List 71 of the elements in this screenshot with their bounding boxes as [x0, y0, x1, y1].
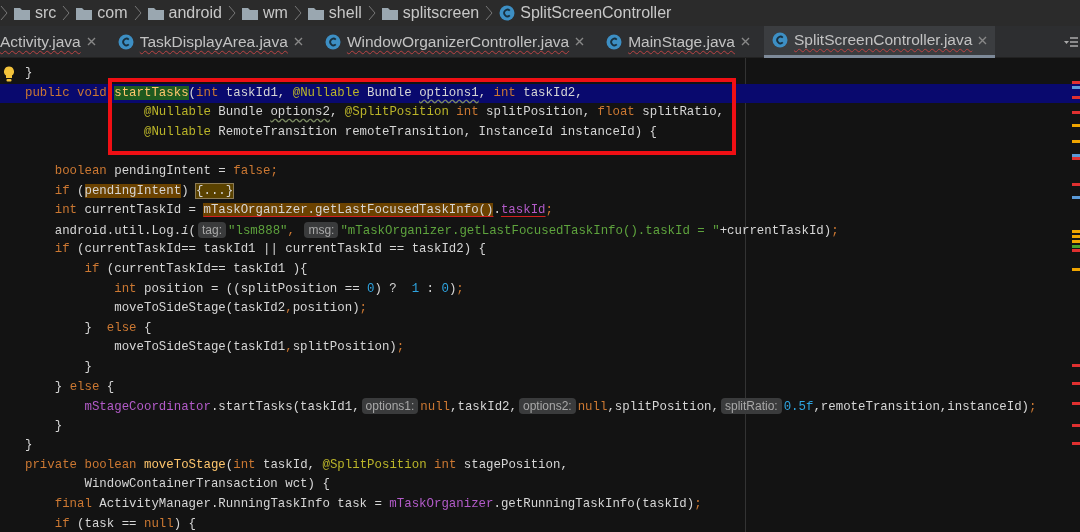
- code-text: if (task == null) {: [53, 516, 197, 531]
- code-text: }: [25, 66, 33, 80]
- code-text: } else {: [83, 320, 152, 335]
- code-text: if (currentTaskId== taskId1 ){: [83, 261, 308, 276]
- code-text: moveToSideStage(taskId1,splitPosition);: [113, 340, 405, 355]
- tab-title[interactable]: Activity.java: [0, 29, 81, 54]
- breadcrumb-item[interactable]: splitscreen: [379, 1, 482, 25]
- code-text: @Nullable Bundle options2, @SplitPosition int splitPosition, float splitRatio,: [142, 105, 725, 120]
- code-text: }: [53, 418, 63, 433]
- code-text: if (currentTaskId== taskId1 || currentTaskId == taskId2) {: [53, 242, 487, 257]
- chevron-icon: [367, 5, 376, 21]
- folder-icon: [307, 6, 324, 20]
- code-text: boolean pendingIntent = false;: [53, 163, 278, 178]
- parameter-hint: splitRatio:: [721, 398, 782, 415]
- code-text: @Nullable RemoteTransition remoteTransition, InstanceId instanceId) {: [142, 124, 658, 139]
- tab-title[interactable]: WindowOrganizerController.java: [346, 29, 570, 54]
- parameter-hint: options1:: [361, 398, 419, 415]
- breadcrumb-item[interactable]: SplitScreenController: [497, 1, 674, 25]
- breadcrumb-item[interactable]: android: [145, 1, 224, 25]
- lightbulb-icon[interactable]: [3, 66, 15, 82]
- breadcrumb-item[interactable]: com: [74, 1, 130, 25]
- class-icon: [499, 5, 516, 21]
- tab-title[interactable]: SplitScreenController.java: [794, 28, 973, 52]
- tab-list-icon[interactable]: [1064, 35, 1078, 48]
- code-text: }: [25, 438, 33, 453]
- code-text: int currentTaskId = mTaskOrganizer.getLastFocusedTaskInfo().taskId;: [53, 203, 553, 218]
- parameter-hint: msg:: [304, 221, 339, 238]
- code-text: public void startTasks(int taskId1, @Nullable Bundle options1, int taskId2,: [25, 85, 583, 100]
- chevron-icon: [62, 5, 71, 21]
- code-text: 0.5f,remoteTransition,instanceId);: [783, 400, 1037, 415]
- editor-tab[interactable]: WindowOrganizerController.java: [316, 25, 593, 58]
- code-text: }: [83, 359, 92, 374]
- code-text: final ActivityManager.RunningTaskInfo task = mTaskOrganizer.getRunningTaskInfo(taskId);: [53, 497, 702, 512]
- editor-tab[interactable]: SplitScreenController.java: [764, 25, 996, 58]
- code-text: android.util.Log.i(: [53, 223, 197, 238]
- breadcrumb-item[interactable]: shell: [305, 1, 364, 25]
- code-text: WindowContainerTransaction wct) {: [83, 477, 330, 492]
- folder-icon: [241, 6, 258, 20]
- chevron-icon: [485, 5, 494, 21]
- breadcrumb-item[interactable]: src: [12, 1, 59, 25]
- chevron-icon: [0, 5, 8, 21]
- code-text: int position = ((splitPosition == 0) ? 1 : 0);: [113, 281, 464, 296]
- folder-icon: [76, 6, 93, 20]
- parameter-hint: tag:: [198, 221, 227, 238]
- folder-icon: [381, 6, 398, 20]
- close-icon[interactable]: [293, 37, 303, 46]
- close-icon[interactable]: [978, 35, 988, 45]
- code-text: null,splitPosition,: [577, 400, 719, 415]
- folder-icon: [14, 6, 30, 20]
- code-text: mStageCoordinator.startTasks(taskId1,: [83, 400, 360, 415]
- editor-tab[interactable]: Activity.java: [0, 25, 104, 58]
- close-icon[interactable]: [86, 37, 96, 46]
- close-icon[interactable]: [575, 37, 585, 46]
- code-text: "mTaskOrganizer.getLastFocusedTaskInfo().taskId = "+currentTaskId);: [340, 223, 839, 238]
- code-text: "lsm888",: [228, 223, 296, 238]
- parameter-hint: options2:: [519, 398, 576, 415]
- breadcrumb-item[interactable]: wm: [239, 1, 290, 25]
- tab-title[interactable]: TaskDisplayArea.java: [139, 29, 288, 54]
- code-text: null,taskId2,: [420, 400, 517, 415]
- editor-tab[interactable]: TaskDisplayArea.java: [109, 25, 311, 58]
- close-icon[interactable]: [741, 37, 750, 46]
- chevron-icon: [227, 5, 236, 21]
- editor-tab[interactable]: MainStage.java: [598, 25, 758, 58]
- code-text: moveToSideStage(taskId2,position);: [113, 301, 368, 316]
- chevron-icon: [133, 5, 142, 21]
- folder-icon: [147, 6, 164, 20]
- tab-title[interactable]: MainStage.java: [628, 29, 735, 54]
- code-text: private boolean moveToStage(int taskId, @SplitPosition int stagePosition,: [25, 457, 568, 472]
- chevron-icon: [293, 5, 302, 21]
- code-text: if (pendingIntent) {...}: [53, 183, 234, 198]
- code-text: } else {: [53, 379, 115, 394]
